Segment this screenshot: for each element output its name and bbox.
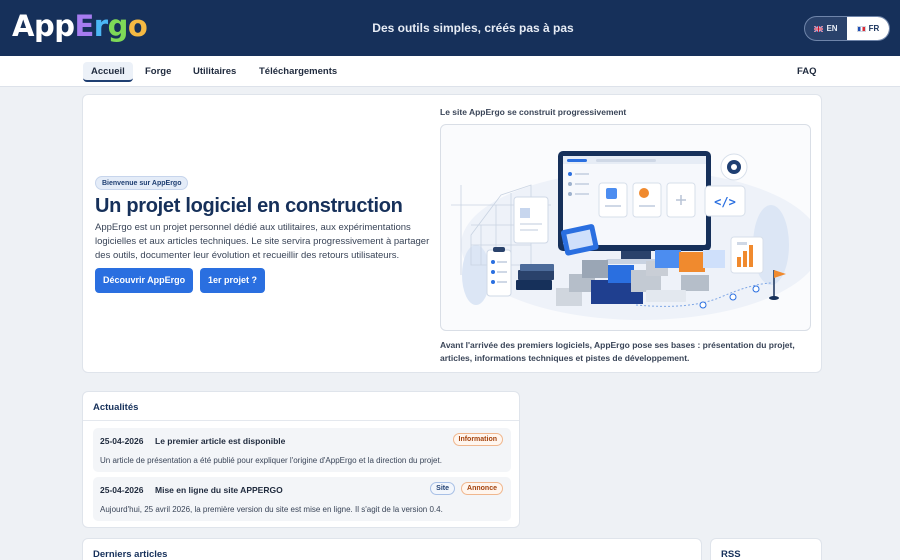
hero-card: Bienvenue sur AppErgo Un projet logiciel… [82,94,822,373]
hero-description: AppErgo est un projet personnel dédié au… [95,222,430,261]
flag-uk-icon [814,25,824,32]
news-date: 25-04-2026 [100,485,144,495]
first-project-button[interactable]: 1er projet ? [200,268,266,293]
nav-faq[interactable]: FAQ [789,62,825,82]
welcome-badge: Bienvenue sur AppErgo [95,176,189,190]
news-date: 25-04-2026 [100,436,144,446]
nav-utilitaires[interactable]: Utilitaires [185,62,244,82]
language-switch: EN FR [804,16,890,41]
rss-heading: RSS [721,549,741,560]
construction-illustration: </> [451,151,810,320]
news-heading: Actualités [93,402,139,413]
tag-site[interactable]: Site [430,482,455,495]
lang-en-label: EN [826,24,838,33]
news-item[interactable]: 25-04-2026 Mise en ligne du site APPERGO… [93,477,511,521]
news-title[interactable]: Le premier article est disponible [155,436,285,446]
svg-text:</>: </> [714,195,736,209]
rss-card: RSS [710,538,822,560]
tag-annonce[interactable]: Annonce [461,482,503,495]
news-title[interactable]: Mise en ligne du site APPERGO [155,485,283,495]
tag-information[interactable]: Information [452,433,503,446]
nav-accueil[interactable]: Accueil [83,62,133,82]
top-header: AppErgo Des outils simples, créés pas à … [0,0,900,56]
flag-fr-icon [856,25,866,32]
lang-fr-button[interactable]: FR [847,17,889,40]
lang-en-button[interactable]: EN [805,17,847,40]
latest-articles-card: Derniers articles [82,538,702,560]
latest-articles-heading: Derniers articles [93,549,168,560]
lang-fr-label: FR [868,24,880,33]
hero-title: Un projet logiciel en construction [95,195,403,217]
illustration-caption-top: Le site AppErgo se construit progressive… [440,107,627,117]
discover-button[interactable]: Découvrir AppErgo [95,268,194,293]
news-card: Actualités 25-04-2026 Le premier article… [82,391,520,528]
nav-forge[interactable]: Forge [137,62,179,82]
news-divider [83,420,519,421]
hero-illustration: </> [440,124,811,331]
news-description: Aujourd'hui, 25 avril 2026, la première … [100,505,443,514]
nav-telechargements[interactable]: Téléchargements [251,62,345,82]
site-tagline: Des outils simples, créés pas à pas [372,21,574,35]
news-description: Un article de présentation a été publié … [100,456,442,465]
illustration-caption-bottom: Avant l'arrivée des premiers logiciels, … [440,340,795,363]
main-nav: Accueil Forge Utilitaires Téléchargement… [0,56,900,87]
news-item[interactable]: 25-04-2026 Le premier article est dispon… [93,428,511,472]
